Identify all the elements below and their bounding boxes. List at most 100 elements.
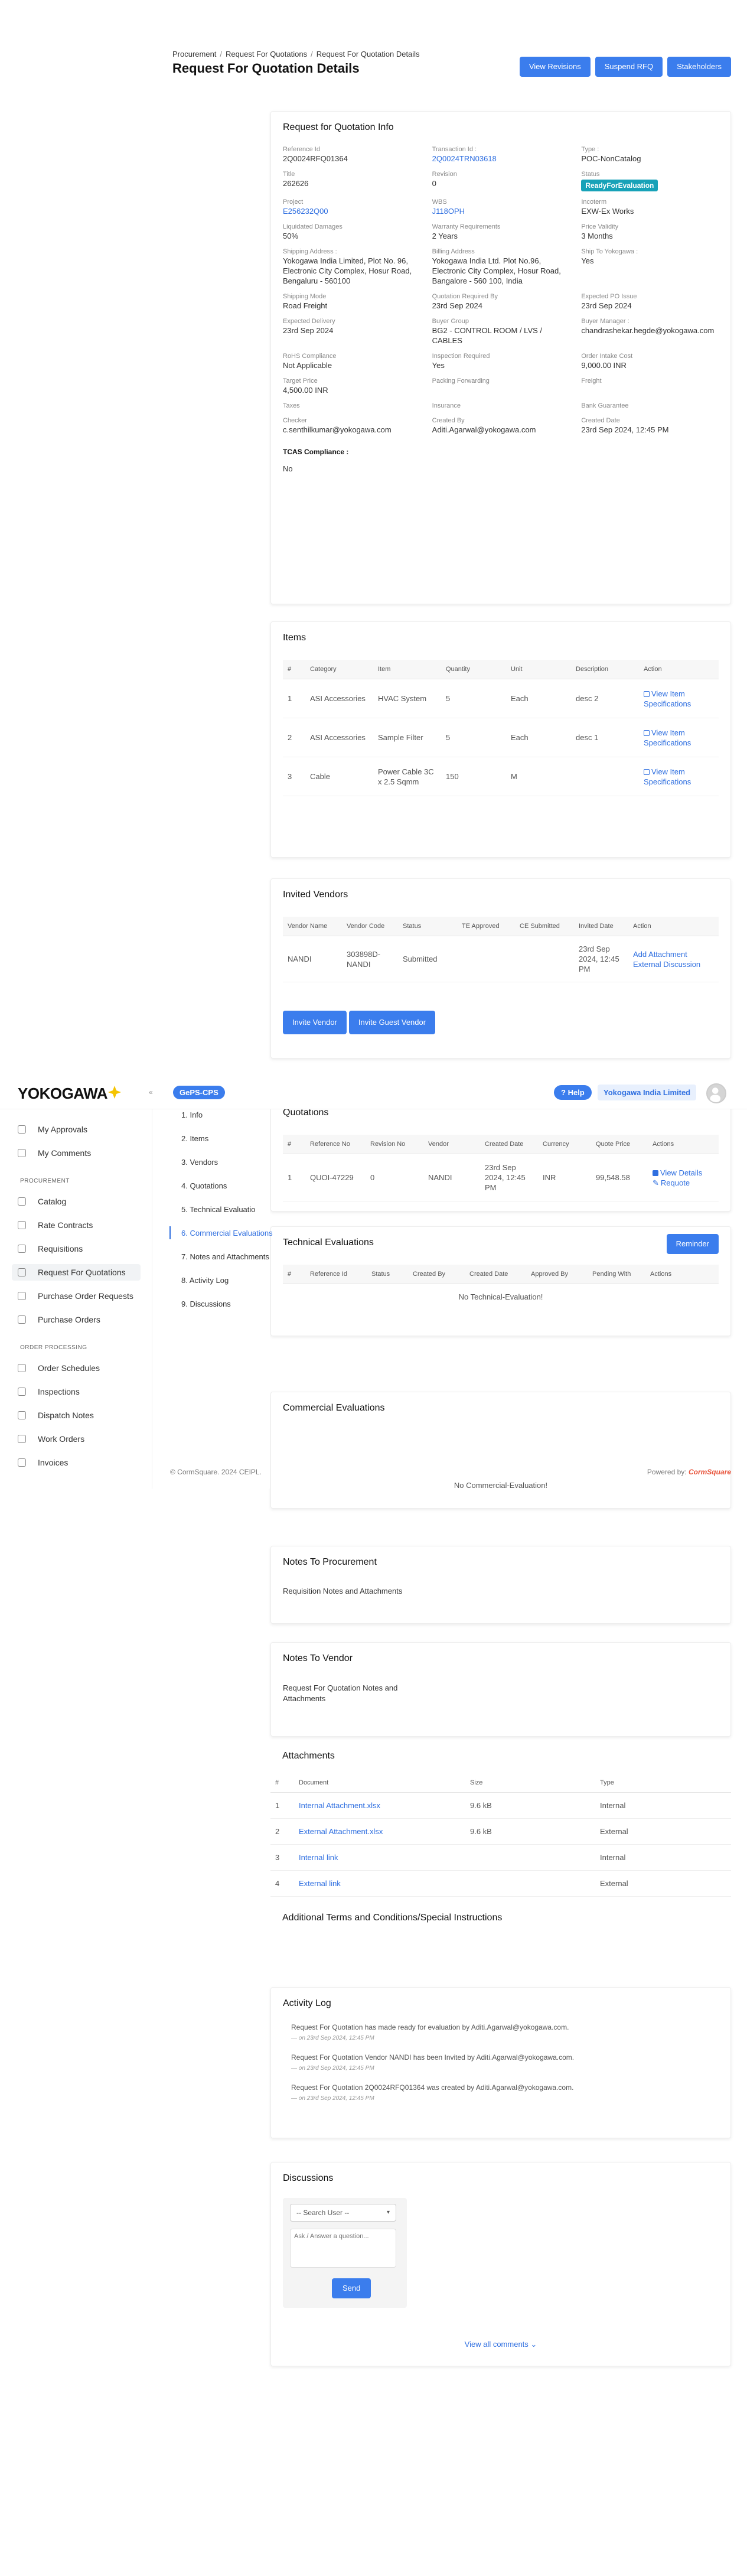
sidebar-item-catalog[interactable]: Catalog (12, 1193, 141, 1210)
sidebar-item-invoices[interactable]: Invoices (12, 1454, 141, 1471)
attachment-type: External (595, 1870, 731, 1897)
attachment-link[interactable]: Internal link (294, 1844, 465, 1871)
stakeholders-button[interactable]: Stakeholders (667, 57, 731, 77)
external-discussion-link[interactable]: External Discussion (633, 959, 714, 969)
info-field: Shipping Mode Road Freight (283, 293, 420, 311)
organization-selector[interactable]: Yokogawa India Limited (598, 1085, 697, 1100)
view-item-specifications-link[interactable]: View Item Specifications (644, 689, 691, 708)
sidebar-item-inspections[interactable]: Inspections (12, 1383, 141, 1400)
col-header: Vendor Name (283, 917, 342, 936)
col-header: Document (294, 1773, 465, 1793)
notes-procurement-title: Notes To Procurement (283, 1557, 377, 1567)
sidebar-item-label: Order Schedules (38, 1363, 100, 1373)
col-header: Currency (538, 1135, 591, 1154)
section-nav-item[interactable]: 9. Discussions (181, 1300, 231, 1308)
specifications-icon (644, 768, 650, 775)
breadcrumb-procurement[interactable]: Procurement (172, 50, 216, 58)
info-field-label: Reference Id (283, 146, 320, 153)
collapse-sidebar-icon[interactable]: « (149, 1088, 153, 1096)
cormsquare-logo[interactable]: CormSquare (689, 1468, 731, 1476)
item-action: View Item Specifications (639, 718, 719, 757)
section-nav-item[interactable]: 4. Quotations (181, 1181, 227, 1190)
view-revisions-button[interactable]: View Revisions (519, 57, 591, 77)
sidebar-item-label: Work Orders (38, 1434, 85, 1444)
section-nav-item[interactable]: 5. Technical Evaluatio (181, 1205, 256, 1214)
attachment-link[interactable]: External link (294, 1870, 465, 1897)
info-field-value: 4,500.00 INR (283, 386, 328, 395)
yokogawa-logo[interactable]: YOKOGAWA (18, 1085, 108, 1103)
menu-item-icon (18, 1315, 26, 1324)
info-field-label: Project (283, 198, 304, 206)
col-header: Description (571, 660, 639, 679)
info-field-value: 23rd Sep 2024, 12:45 PM (581, 425, 669, 434)
avatar[interactable] (706, 1083, 726, 1103)
technical-table: # Reference Id Status Created By Created… (283, 1265, 719, 1284)
comment-textarea[interactable] (290, 2229, 396, 2268)
requote-link[interactable]: ✎ Requote (653, 1178, 714, 1188)
info-field-link[interactable]: J118OPH (432, 206, 570, 216)
quotations-card: Quotations # Reference No Revision No Ve… (270, 1102, 731, 1212)
reminder-button[interactable]: Reminder (666, 1234, 719, 1254)
info-field: Billing Address Yokogawa India Ltd. Plot … (432, 248, 570, 286)
info-field-value: Yokogawa India Limited, Plot No. 96, Ele… (283, 256, 412, 285)
sidebar-item-request-for-quotations[interactable]: Request For Quotations (12, 1264, 141, 1281)
attachment-size (465, 1844, 595, 1871)
add-attachment-link[interactable]: Add Attachment (633, 949, 714, 959)
attachments-title: Attachments (282, 1751, 335, 1761)
info-field: Insurance (432, 402, 570, 410)
suspend-rfq-button[interactable]: Suspend RFQ (595, 57, 663, 77)
sidebar-item-requisitions[interactable]: Requisitions (12, 1240, 141, 1257)
sidebar-item-my-comments[interactable]: My Comments (12, 1145, 141, 1161)
notes-vendor-title: Notes To Vendor (283, 1653, 353, 1663)
info-field-link[interactable]: E256232Q00 (283, 206, 420, 216)
section-nav-item[interactable]: 1. Info (181, 1110, 203, 1119)
section-nav-item[interactable]: 7. Notes and Attachments (181, 1252, 269, 1261)
view-details-link[interactable]: View Details (653, 1168, 714, 1178)
breadcrumb-rfqs[interactable]: Request For Quotations (226, 50, 307, 58)
activity-timestamp: — on 23rd Sep 2024, 12:45 PM (291, 2035, 374, 2041)
col-header: Created Date (480, 1135, 538, 1154)
section-nav-item[interactable]: 6. Commercial Evaluations (181, 1229, 273, 1237)
section-nav-item[interactable]: 8. Activity Log (181, 1276, 229, 1285)
module-badge[interactable]: GePS-CPS (173, 1086, 225, 1099)
section-nav-item[interactable]: 2. Items (181, 1134, 208, 1143)
col-header: Unit (506, 660, 571, 679)
info-field-label: Expected Delivery (283, 318, 335, 325)
view-item-specifications-link[interactable]: View Item Specifications (644, 728, 691, 747)
info-field: Expected Delivery 23rd Sep 2024 (283, 318, 420, 346)
sidebar-item-purchase-orders[interactable]: Purchase Orders (12, 1311, 141, 1328)
col-header: # (270, 1773, 294, 1793)
menu-item-icon (18, 1292, 26, 1300)
item-qty: 5 (441, 718, 506, 757)
search-user-select[interactable]: -- Search User -- ▾ (290, 2204, 396, 2222)
sidebar-item-purchase-order-requests[interactable]: Purchase Order Requests (12, 1288, 141, 1304)
powered-by-label: Powered by: (647, 1468, 687, 1476)
invite-vendor-button[interactable]: Invite Vendor (283, 1011, 347, 1034)
sidebar-item-dispatch-notes[interactable]: Dispatch Notes (12, 1407, 141, 1424)
help-icon: ? (561, 1088, 566, 1097)
view-all-comments-link[interactable]: View all comments ⌄ (271, 2340, 730, 2349)
info-field-value: Yes (581, 256, 594, 265)
sidebar-item-order-schedules[interactable]: Order Schedules (12, 1360, 141, 1376)
info-field-value: EXW-Ex Works (581, 207, 634, 216)
send-button[interactable]: Send (332, 2278, 371, 2298)
menu-item-icon (18, 1268, 26, 1276)
info-field-label: Transaction Id : (432, 146, 477, 153)
sidebar-section-label: ORDER PROCESSING (20, 1344, 87, 1351)
activity-title: Activity Log (283, 1998, 331, 2008)
view-item-specifications-link[interactable]: View Item Specifications (644, 767, 691, 786)
info-field-label: Title (283, 171, 295, 178)
info-field-label: Target Price (283, 377, 318, 385)
attachment-link[interactable]: External Attachment.xlsx (294, 1818, 465, 1845)
invite-guest-vendor-button[interactable]: Invite Guest Vendor (348, 1011, 436, 1034)
sidebar-item-work-orders[interactable]: Work Orders (12, 1431, 141, 1447)
info-field-label: Checker (283, 417, 307, 424)
section-nav-item[interactable]: 3. Vendors (181, 1158, 218, 1167)
sidebar-item-rate-contracts[interactable]: Rate Contracts (12, 1217, 141, 1233)
help-button[interactable]: ? Help (554, 1085, 592, 1100)
info-field-link[interactable]: 2Q0024TRN03618 (432, 154, 570, 164)
attachment-link[interactable]: Internal Attachment.xlsx (294, 1792, 465, 1819)
sidebar-item-my-approvals[interactable]: My Approvals (12, 1121, 141, 1138)
sidebar-item-label: Request For Quotations (38, 1268, 126, 1277)
notes-vendor-text: Request For Quotation Notes and Attachme… (283, 1683, 398, 1703)
